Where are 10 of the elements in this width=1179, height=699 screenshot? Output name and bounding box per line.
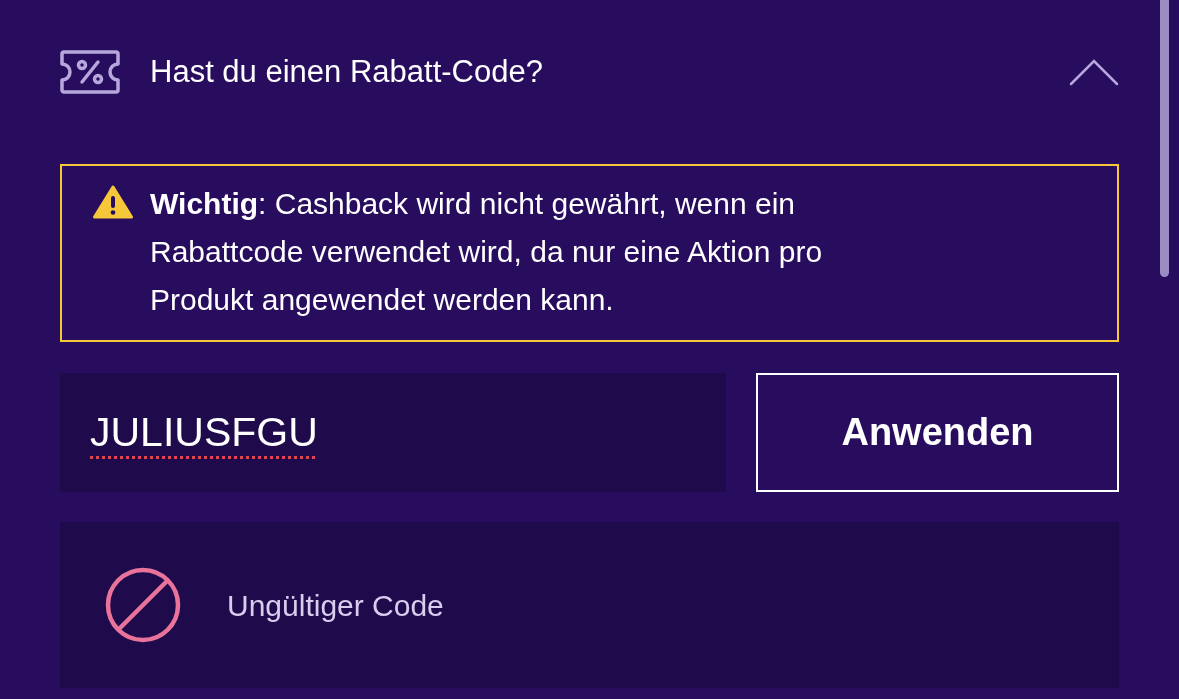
code-input-field[interactable]: JULIUSFGU bbox=[60, 373, 726, 492]
apply-button[interactable]: Anwenden bbox=[756, 373, 1119, 492]
chevron-up-icon[interactable] bbox=[1069, 58, 1119, 86]
section-title[interactable]: Hast du einen Rabatt-Code? bbox=[150, 48, 543, 96]
blocked-icon bbox=[105, 567, 181, 643]
warning-icon bbox=[93, 185, 133, 219]
scrollbar-thumb[interactable] bbox=[1160, 0, 1169, 277]
discount-ticket-icon bbox=[60, 50, 120, 94]
notice-text: Wichtig: Cashback wird nicht gewährt, wenn ein Rabattcode verwendet wird, da nur eine Aktion pro Produkt angewendet werden kann. bbox=[150, 186, 824, 318]
message-text: Ungültiger Code bbox=[227, 587, 444, 624]
